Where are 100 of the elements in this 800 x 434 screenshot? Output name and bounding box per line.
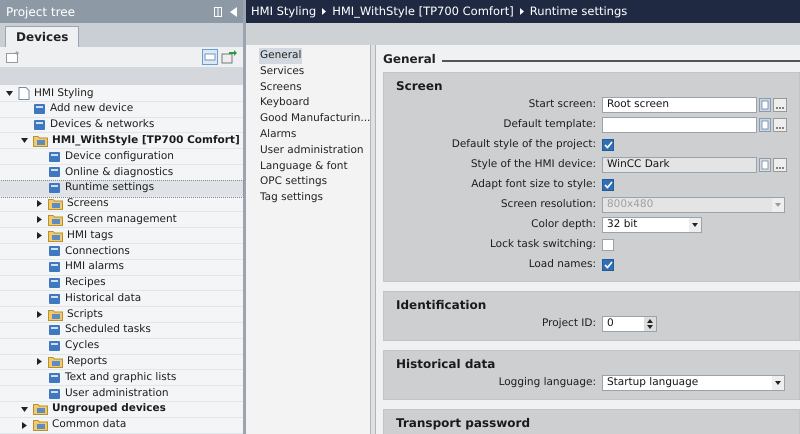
checkbox[interactable]: [602, 179, 614, 191]
tree-item[interactable]: Devices & networks: [0, 118, 243, 134]
tree-item[interactable]: Screens: [0, 196, 243, 212]
checkbox[interactable]: [602, 239, 614, 251]
nav-item[interactable]: User administration: [259, 142, 365, 159]
tree-item[interactable]: Cycles: [0, 338, 243, 355]
tree-item[interactable]: HMI tags: [0, 228, 243, 244]
item-icon: [48, 340, 61, 352]
expanded-triangle-icon[interactable]: [21, 137, 28, 144]
panel-title: Project tree: [6, 4, 76, 20]
nav-item[interactable]: Alarms: [259, 127, 298, 143]
tree-item-label: Text and graphic lists: [65, 370, 176, 385]
tree-item-label: Screen management: [67, 212, 177, 227]
collapse-arrow-icon[interactable]: [230, 6, 237, 16]
list-icon[interactable]: [759, 98, 771, 112]
nav-item[interactable]: Keyboard: [259, 95, 310, 112]
tree-item[interactable]: Ungrouped devices: [0, 402, 243, 418]
collapsed-triangle-icon[interactable]: [36, 358, 43, 366]
tree-item[interactable]: Screen management: [0, 212, 243, 228]
field-label: Style of the HMI device:: [470, 157, 597, 172]
tree-item-label: Runtime settings: [65, 180, 154, 196]
tree-item[interactable]: Runtime settings: [0, 180, 243, 197]
pin-icon[interactable]: [214, 6, 222, 16]
list-icon[interactable]: [759, 118, 771, 132]
tree-item[interactable]: Connections: [0, 244, 243, 260]
up-down-arrows-icon[interactable]: [644, 317, 656, 331]
field-label: Default template:: [502, 117, 597, 132]
item-icon: [48, 261, 61, 274]
dropdown[interactable]: 32 bit: [602, 217, 702, 233]
collapsed-triangle-icon[interactable]: [36, 200, 43, 208]
expanded-triangle-icon[interactable]: [21, 406, 28, 413]
tree-item[interactable]: Text and graphic lists: [0, 370, 243, 386]
item-icon: [48, 324, 61, 336]
table-view-icon[interactable]: [202, 49, 218, 65]
more-icon[interactable]: [773, 158, 787, 172]
nav-item[interactable]: Language & font: [259, 158, 349, 174]
tree-item-label: Add new device: [50, 101, 134, 116]
field-label: Adapt font size to style:: [470, 177, 597, 192]
tree-item-label: HMI Styling: [34, 86, 94, 101]
tab[interactable]: Devices: [5, 26, 80, 47]
tree-item-label: Screens: [67, 196, 109, 212]
collapsed-triangle-icon[interactable]: [36, 311, 43, 318]
dropdown-value: Startup language: [607, 375, 698, 390]
dropdown[interactable]: Startup language: [602, 375, 785, 391]
folder-icon: [48, 356, 63, 368]
item-icon: [48, 245, 61, 258]
item-icon: [33, 118, 46, 131]
list-icon[interactable]: [759, 158, 771, 172]
folder-icon: [33, 134, 48, 147]
tree-item[interactable]: Add new device: [0, 102, 243, 118]
more-icon[interactable]: [773, 98, 787, 112]
text-field[interactable]: Root screen: [602, 97, 757, 113]
text-field[interactable]: [602, 117, 757, 133]
tree-item[interactable]: Scripts: [0, 307, 243, 323]
checkbox[interactable]: [602, 139, 614, 151]
more-icon[interactable]: [773, 118, 787, 132]
collapsed-triangle-icon[interactable]: [36, 216, 43, 224]
breadcrumb-item[interactable]: Runtime settings: [530, 2, 628, 20]
tree-item-label: User administration: [65, 386, 169, 401]
collapsed-triangle-icon[interactable]: [36, 232, 43, 240]
tree-item-label: HMI_WithStyle [TP700 Comfort]: [52, 132, 240, 148]
field-label: Color depth:: [530, 217, 597, 232]
tree-item[interactable]: HMI_WithStyle [TP700 Comfort]: [0, 133, 243, 150]
nav-item[interactable]: Tag settings: [259, 190, 324, 206]
tree-item[interactable]: HMI Styling: [0, 86, 243, 102]
separator-arrow-icon: [520, 8, 524, 15]
field-value: WinCC Dark: [607, 157, 670, 172]
tree-item[interactable]: Recipes: [0, 276, 243, 292]
collapsed-triangle-icon[interactable]: [21, 422, 28, 429]
tree-item[interactable]: Reports: [0, 354, 243, 370]
number-spinner[interactable]: 0: [602, 316, 657, 332]
tree-item[interactable]: HMI alarms: [0, 260, 243, 276]
breadcrumb-item[interactable]: HMI_WithStyle [TP700 Comfort]: [332, 2, 514, 20]
nav-item[interactable]: Screens: [259, 80, 303, 96]
tree-item-label: HMI tags: [67, 228, 114, 243]
checkbox[interactable]: [602, 259, 614, 271]
breadcrumb-item[interactable]: HMI Styling: [251, 2, 316, 20]
field-label: Start screen:: [528, 97, 597, 112]
tree-item[interactable]: Device configuration: [0, 149, 243, 165]
nav-item[interactable]: OPC settings: [259, 174, 328, 190]
folder-icon: [48, 230, 63, 242]
item-icon: [48, 372, 61, 384]
export-icon[interactable]: [221, 49, 237, 65]
expanded-triangle-icon[interactable]: [6, 90, 13, 97]
tree-item[interactable]: Scheduled tasks: [0, 322, 243, 339]
field-label: Default style of the project:: [450, 137, 597, 152]
nav-item[interactable]: Services: [259, 64, 306, 80]
tree-item[interactable]: User administration: [0, 386, 243, 402]
dropdown-value: 800x480: [607, 197, 654, 212]
check-icon: [604, 141, 612, 149]
tree-item-label: HMI alarms: [65, 259, 124, 274]
nav-item[interactable]: Good Manufacturin...: [259, 111, 372, 127]
tree-item[interactable]: Common data: [0, 418, 243, 434]
new-item-icon[interactable]: [6, 51, 20, 63]
tree-item-label: Scheduled tasks: [65, 322, 151, 338]
folder-icon: [33, 403, 48, 416]
check-icon: [604, 181, 612, 189]
item-icon: [48, 182, 61, 194]
tree-item[interactable]: Historical data: [0, 291, 243, 308]
nav-item[interactable]: General: [259, 48, 302, 64]
